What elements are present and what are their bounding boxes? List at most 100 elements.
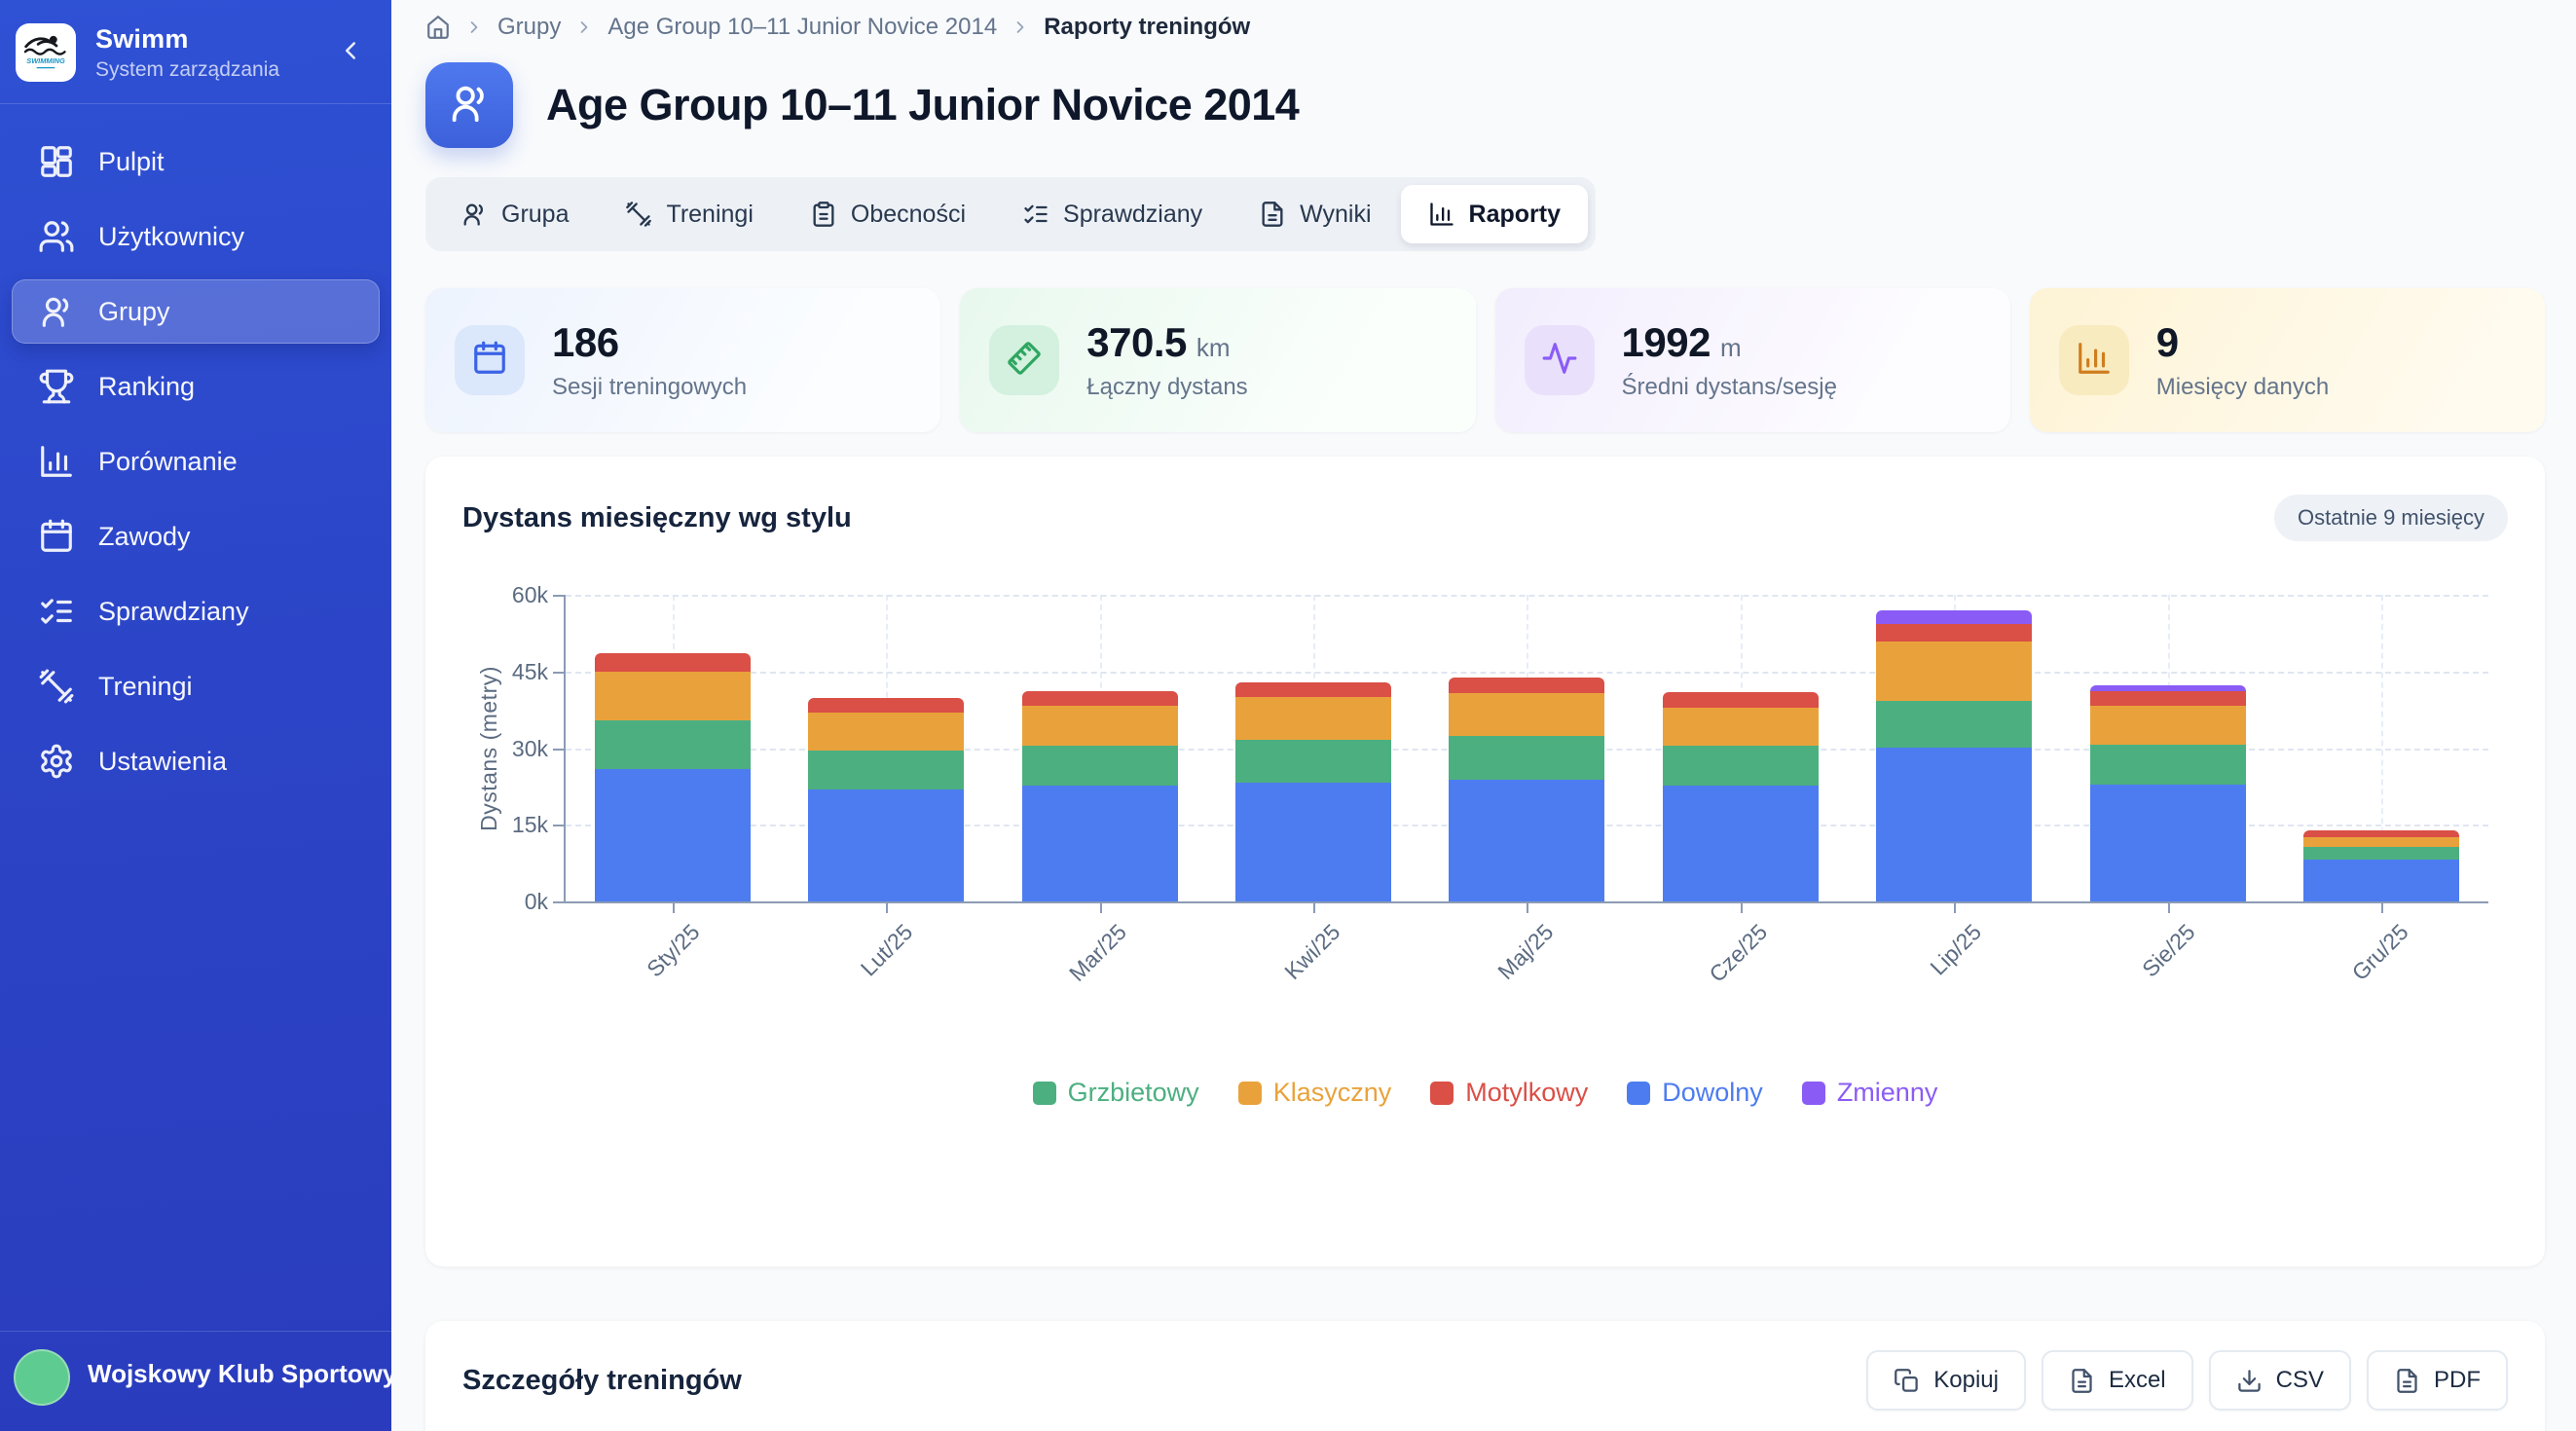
tab-treningi[interactable]: Treningi <box>598 185 780 243</box>
legend-swatch <box>1802 1082 1825 1105</box>
users-icon <box>38 218 75 255</box>
stat-label: Łączny dystans <box>1086 374 1247 401</box>
group-icon <box>425 62 513 148</box>
chart-icon <box>38 443 75 480</box>
bar-segment-dowolny <box>1663 786 1819 901</box>
chart-band-Mar-25: Mar/25 <box>993 595 1206 901</box>
x-axis-label: Maj/25 <box>1493 919 1560 985</box>
button-label: CSV <box>2276 1367 2324 1394</box>
legend-item-klasyczny[interactable]: Klasyczny <box>1238 1078 1392 1108</box>
bar-Sty-25 <box>595 653 751 901</box>
breadcrumb-item[interactable]: Age Group 10–11 Junior Novice 2014 <box>607 14 997 41</box>
page-title: Age Group 10–11 Junior Novice 2014 <box>546 80 1299 130</box>
stat-body: 1992mŚredni dystans/sesję <box>1622 319 1837 401</box>
bar-segment-motylkowy <box>2090 691 2246 706</box>
tab-raporty[interactable]: Raporty <box>1401 185 1588 243</box>
chart-plot-area: Sty/25Lut/25Mar/25Kwi/25Maj/25Cze/25Lip/… <box>566 595 2488 901</box>
bar-segment-dowolny <box>595 769 751 901</box>
y-axis-label: 15k <box>462 811 548 838</box>
stat-card-3: 9Miesięcy danych <box>2030 288 2545 432</box>
ruler-icon <box>1006 340 1043 382</box>
csv-button[interactable]: CSV <box>2209 1350 2351 1411</box>
sidebar-item-ustawienia[interactable]: Ustawienia <box>12 729 380 793</box>
legend-item-zmienny[interactable]: Zmienny <box>1802 1078 1938 1108</box>
bar-segment-klasyczny <box>2090 706 2246 745</box>
sidebar-item-grupy[interactable]: Grupy <box>12 279 380 344</box>
details-card: Szczegóły treningów KopiujExcelCSVPDF <box>425 1321 2545 1431</box>
bar-segment-dowolny <box>2303 860 2459 901</box>
sidebar-item-label: Użytkownicy <box>98 222 244 252</box>
home-icon[interactable] <box>425 15 451 40</box>
sidebar-item-uzytkownicy[interactable]: Użytkownicy <box>12 204 380 269</box>
tab-label: Treningi <box>666 201 753 229</box>
x-axis-label: Kwi/25 <box>1279 919 1345 985</box>
dumbbell-icon <box>625 201 652 228</box>
stacked-bar-chart: Dystans (metry) Sty/25Lut/25Mar/25Kwi/25… <box>462 583 2508 1039</box>
sidebar-item-zawody[interactable]: Zawody <box>12 504 380 569</box>
bar-Sie-25 <box>2090 685 2246 901</box>
bar-segment-motylkowy <box>595 653 751 672</box>
gridline <box>566 595 2488 597</box>
stat-value: 186 <box>552 319 619 366</box>
sidebar-item-sprawdziany[interactable]: Sprawdziany <box>12 579 380 643</box>
tab-label: Raporty <box>1469 201 1561 229</box>
bar-segment-klasyczny <box>1663 708 1819 746</box>
bar-segment-motylkowy <box>1663 692 1819 708</box>
breadcrumb-item-current: Raporty treningów <box>1044 14 1250 41</box>
tab-wyniki[interactable]: Wyniki <box>1232 185 1398 243</box>
stat-body: 186 Sesji treningowych <box>552 319 747 401</box>
stat-value-row: 9 <box>2156 319 2329 366</box>
legend-item-grzbietowy[interactable]: Grzbietowy <box>1033 1078 1199 1108</box>
stat-unit: km <box>1196 333 1231 363</box>
bar-segment-grzbietowy <box>1449 736 1604 780</box>
stat-value: 370.5 <box>1086 319 1187 366</box>
y-tick <box>553 825 564 826</box>
sidebar: SWIMMING Swimm System zarządzania Pulpit… <box>0 0 391 1431</box>
tab-label: Grupa <box>501 201 569 229</box>
legend-swatch <box>1033 1082 1056 1105</box>
legend-item-dowolny[interactable]: Dowolny <box>1627 1078 1763 1108</box>
tab-grupa[interactable]: Grupa <box>433 185 596 243</box>
legend-swatch <box>1430 1082 1454 1105</box>
bar-segment-dowolny <box>2090 785 2246 901</box>
sidebar-item-ranking[interactable]: Ranking <box>12 354 380 419</box>
app-titles: Swimm System zarządzania <box>95 24 312 82</box>
tab-obecnosci[interactable]: Obecności <box>783 185 993 243</box>
chart-band-Cze-25: Cze/25 <box>1634 595 1847 901</box>
stat-body: 370.5 km Łączny dystans <box>1086 319 1247 401</box>
grid-icon <box>38 143 75 180</box>
x-axis-label: Lip/25 <box>1925 919 1986 980</box>
organization-name: Wojskowy Klub Sportowy <box>88 1349 391 1389</box>
pdf-button[interactable]: PDF <box>2367 1350 2508 1411</box>
bar-segment-motylkowy <box>808 698 964 713</box>
stat-card-0: 186 Sesji treningowych <box>425 288 940 432</box>
user-group-icon <box>460 201 488 228</box>
bar-segment-motylkowy <box>1876 624 2032 642</box>
chart-card: Dystans miesięczny wg stylu Ostatnie 9 m… <box>425 457 2545 1266</box>
stat-value: 1992 <box>1622 319 1711 366</box>
legend-label: Zmienny <box>1837 1078 1938 1108</box>
legend-item-motylkowy[interactable]: Motylkowy <box>1430 1078 1588 1108</box>
sidebar-item-porownanie[interactable]: Porównanie <box>12 429 380 494</box>
sidebar-item-label: Porównanie <box>98 447 238 477</box>
sidebar-item-pulpit[interactable]: Pulpit <box>12 129 380 194</box>
bar-Gru-25 <box>2303 830 2459 901</box>
sidebar-footer[interactable]: Wojskowy Klub Sportowy <box>0 1331 391 1431</box>
bar-segment-grzbietowy <box>2303 847 2459 860</box>
bar-segment-motylkowy <box>1449 678 1604 693</box>
tab-label: Obecności <box>851 201 966 229</box>
tab-sprawdziany[interactable]: Sprawdziany <box>995 185 1230 243</box>
legend-swatch <box>1627 1082 1650 1105</box>
sidebar-collapse-button[interactable] <box>331 33 370 72</box>
button-label: Kopiuj <box>1933 1367 1999 1394</box>
dumbbell-icon <box>38 668 75 705</box>
stat-label: Sesji treningowych <box>552 374 747 401</box>
sidebar-item-treningi[interactable]: Treningi <box>12 654 380 718</box>
calendar-icon <box>471 340 508 382</box>
tab-label: Sprawdziany <box>1063 201 1202 229</box>
breadcrumb-item[interactable]: Grupy <box>497 14 561 41</box>
excel-button[interactable]: Excel <box>2042 1350 2193 1411</box>
stat-icon-box <box>1525 325 1595 395</box>
y-axis-label: 30k <box>462 735 548 762</box>
kopiuj-button[interactable]: Kopiuj <box>1866 1350 2026 1411</box>
